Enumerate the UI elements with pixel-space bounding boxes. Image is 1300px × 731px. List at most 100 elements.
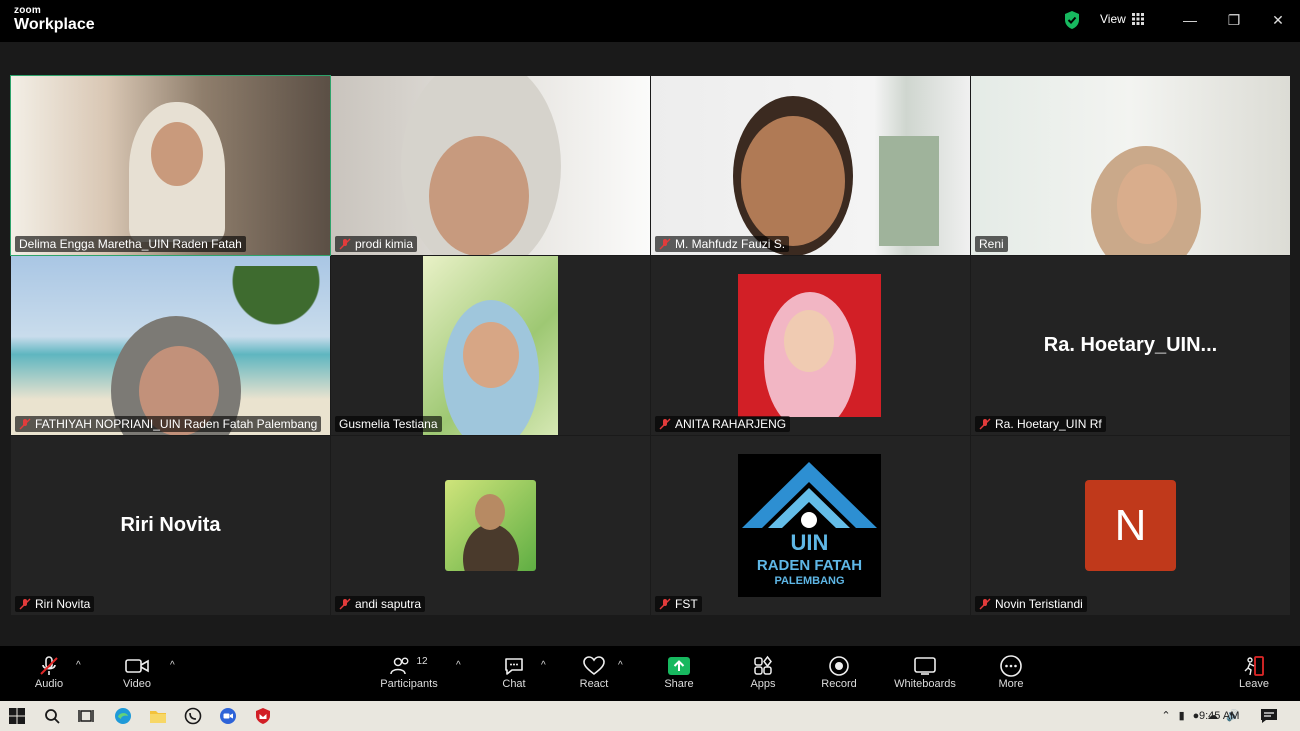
- leave-label: Leave: [1239, 678, 1269, 690]
- participant-video-face: [784, 310, 834, 372]
- participant-tile[interactable]: Ra. Hoetary_UIN... Ra. Hoetary_UIN Rf: [971, 256, 1290, 435]
- muted-mic-icon: [979, 418, 991, 430]
- participant-name: FST: [675, 597, 698, 611]
- participant-name-tag: M. Mahfudz Fauzi S.: [655, 236, 790, 252]
- grid-icon: [1131, 13, 1144, 25]
- zoom-logo: zoom Workplace: [14, 6, 95, 33]
- chevron-up-icon[interactable]: ⌃: [1161, 709, 1170, 722]
- apps-button[interactable]: Apps: [728, 654, 798, 690]
- participant-video-figure: [463, 524, 519, 571]
- participants-button[interactable]: 12 Participants: [374, 654, 444, 691]
- muted-mic-icon: [19, 418, 31, 430]
- participant-tile[interactable]: Riri Novita Riri Novita: [11, 436, 330, 615]
- chat-button[interactable]: Chat: [479, 654, 549, 690]
- participants-label: Participants: [380, 678, 438, 690]
- participant-tile[interactable]: ANITA RAHARJENG: [651, 256, 970, 435]
- chevron-up-icon[interactable]: ^: [618, 660, 623, 671]
- view-button[interactable]: View: [1100, 12, 1144, 26]
- participant-tile[interactable]: Gusmelia Testiana: [331, 256, 650, 435]
- video-gallery: Delima Engga Maretha_UIN Raden Fatah pro…: [0, 42, 1300, 646]
- participant-video-face: [475, 494, 505, 530]
- clock[interactable]: 9:45 AM: [1199, 710, 1239, 722]
- participant-name-tag: Novin Teristiandi: [975, 596, 1087, 612]
- view-label: View: [1100, 12, 1126, 26]
- video-button[interactable]: Video: [102, 654, 172, 690]
- share-button[interactable]: Share: [644, 654, 714, 690]
- zoom-app-icon[interactable]: [218, 706, 238, 726]
- avatar: N: [1085, 480, 1176, 571]
- participant-video-face: [1117, 164, 1177, 244]
- participant-name: Ra. Hoetary_UIN Rf: [995, 417, 1102, 431]
- participant-name: andi saputra: [355, 597, 422, 611]
- record-label: Record: [821, 678, 857, 690]
- chevron-up-icon[interactable]: ^: [541, 660, 546, 671]
- video-camera-icon: [125, 659, 149, 673]
- participant-tile[interactable]: N Novin Teristiandi: [971, 436, 1290, 615]
- profile-picture: [738, 274, 881, 417]
- participant-name: ANITA RAHARJENG: [675, 417, 787, 431]
- participant-display-name: Riri Novita: [120, 514, 221, 536]
- participant-video-face: [741, 116, 845, 246]
- leave-icon: [1244, 656, 1264, 676]
- search-icon[interactable]: [42, 706, 62, 726]
- uin-logo-text-1: UIN: [790, 530, 829, 555]
- uin-logo-text-2: RADEN FATAH: [756, 557, 863, 574]
- muted-mic-icon: [979, 598, 991, 610]
- participant-name-tag: FATHIYAH NOPRIANI_UIN Raden Fatah Palemb…: [15, 416, 322, 432]
- muted-mic-icon: [339, 598, 351, 610]
- participant-tile[interactable]: UIN RADEN FATAH PALEMBANG FST: [651, 436, 970, 615]
- notification-icon[interactable]: [1259, 706, 1279, 726]
- meeting-toolbar: Audio ^ Video ^ 12 Participants ^ Chat ^…: [0, 646, 1300, 701]
- record-button[interactable]: Record: [804, 654, 874, 690]
- chat-label: Chat: [502, 678, 526, 690]
- task-view-icon[interactable]: [76, 706, 96, 726]
- muted-mic-icon: [659, 598, 671, 610]
- participant-video-face: [151, 122, 203, 186]
- participant-tile[interactable]: andi saputra: [331, 436, 650, 615]
- share-screen-icon: [668, 657, 690, 675]
- restore-icon[interactable]: ❐: [1222, 8, 1246, 32]
- whiteboard-icon: [914, 657, 936, 675]
- participants-icon: [390, 657, 409, 675]
- muted-mic-icon: [659, 238, 671, 250]
- participants-count: 12: [416, 655, 428, 667]
- profile-picture: [445, 480, 536, 571]
- whiteboards-button[interactable]: Whiteboards: [890, 654, 960, 690]
- whatsapp-icon[interactable]: [183, 706, 203, 726]
- close-icon[interactable]: ✕: [1266, 8, 1290, 32]
- participant-name: M. Mahfudz Fauzi S.: [675, 237, 786, 251]
- mcafee-icon[interactable]: [253, 706, 273, 726]
- participant-tile[interactable]: Delima Engga Maretha_UIN Raden Fatah: [10, 75, 331, 256]
- chevron-up-icon[interactable]: ^: [456, 660, 461, 671]
- participant-tile[interactable]: Reni: [971, 76, 1290, 255]
- brand-small: zoom: [14, 5, 41, 16]
- participant-tile[interactable]: FATHIYAH NOPRIANI_UIN Raden Fatah Palemb…: [11, 256, 330, 435]
- security-shield-icon[interactable]: [1063, 10, 1081, 30]
- participant-name: Delima Engga Maretha_UIN Raden Fatah: [19, 237, 242, 251]
- more-button[interactable]: More: [976, 654, 1046, 690]
- chat-icon: [505, 658, 523, 675]
- edge-browser-icon[interactable]: [113, 706, 133, 726]
- participant-tile[interactable]: M. Mahfudz Fauzi S.: [651, 76, 970, 255]
- audio-button[interactable]: Audio: [14, 654, 84, 690]
- participant-name-tag: andi saputra: [335, 596, 426, 612]
- battery-icon[interactable]: ▮: [1179, 709, 1185, 722]
- minimize-icon[interactable]: —: [1178, 8, 1202, 32]
- participant-name-tag: FST: [655, 596, 702, 612]
- chevron-up-icon[interactable]: ^: [76, 660, 81, 671]
- more-icon: [1000, 655, 1022, 677]
- participant-name-tag: ANITA RAHARJENG: [655, 416, 791, 432]
- participant-name-tag: Riri Novita: [15, 596, 95, 612]
- record-icon: [829, 656, 849, 676]
- participant-name-tag: Delima Engga Maretha_UIN Raden Fatah: [15, 236, 246, 252]
- file-explorer-icon[interactable]: [148, 706, 168, 726]
- chevron-up-icon[interactable]: ^: [170, 660, 175, 671]
- participant-video-face: [463, 322, 519, 388]
- participant-name-tag: prodi kimia: [335, 236, 418, 252]
- leave-button[interactable]: Leave: [1219, 654, 1289, 690]
- share-label: Share: [664, 678, 694, 690]
- windows-start-icon[interactable]: [7, 706, 27, 726]
- muted-mic-icon: [659, 418, 671, 430]
- brand-large: Workplace: [14, 16, 95, 33]
- participant-tile[interactable]: prodi kimia: [331, 76, 650, 255]
